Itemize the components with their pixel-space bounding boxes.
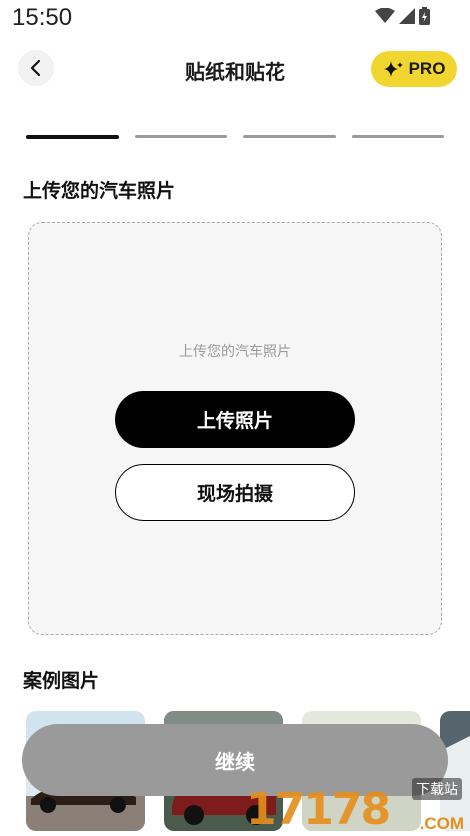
sparkle-icon [383,61,403,77]
app-header: 贴纸和贴花 PRO [0,48,470,92]
status-bar: 15:50 [0,0,470,40]
upload-hint: 上传您的汽车照片 [179,344,291,360]
status-time: 15:50 [12,4,73,31]
step-progress [26,135,444,139]
signal-icon [399,8,415,24]
battery-icon [419,7,430,25]
take-photo-button[interactable]: 现场拍摄 [115,464,355,521]
watermark-number: 17178 [246,784,391,835]
upload-dropzone[interactable]: 上传您的汽车照片 上传照片 现场拍摄 [28,222,442,635]
watermark-domain: .COM [419,814,464,833]
site-watermark: 17178 下载站 .COM [246,776,466,835]
step-indicator-4 [351,135,444,138]
step-indicator-3 [243,135,336,138]
upload-photo-button[interactable]: 上传照片 [115,391,355,448]
step-indicator-2 [134,135,227,138]
status-icons [375,7,430,25]
watermark-subtitle: 下载站 [412,778,462,800]
pro-label: PRO [408,59,446,78]
examples-section-title: 案例图片 [23,670,100,692]
wifi-icon [375,8,395,23]
upload-section-title: 上传您的汽车照片 [23,180,176,202]
step-indicator-1 [26,135,119,139]
pro-button[interactable]: PRO [371,51,457,87]
